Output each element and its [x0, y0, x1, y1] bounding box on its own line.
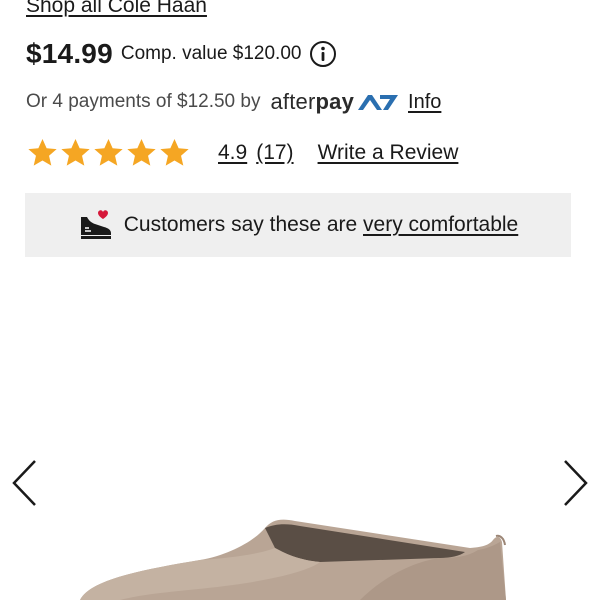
- comp-value: Comp. value $120.00: [120, 43, 302, 64]
- afterpay-row: Or 4 payments of $12.50 by afterpay Info: [26, 89, 441, 115]
- current-price: $14.99: [26, 38, 113, 69]
- star-rating[interactable]: [26, 137, 191, 169]
- chevron-left-icon[interactable]: [10, 458, 40, 508]
- afterpay-logo-bold: pay: [315, 89, 355, 114]
- sneaker-heart-icon: [80, 210, 111, 239]
- star-icon: [127, 139, 156, 166]
- comfort-banner-prefix: Customers say these are: [123, 213, 364, 236]
- shop-all-brand-link[interactable]: Shop all Cole Haan: [26, 0, 207, 18]
- afterpay-info-link[interactable]: Info: [408, 91, 441, 114]
- product-image: [80, 519, 506, 600]
- rating-score-link[interactable]: 4.9: [218, 141, 247, 165]
- write-review-link[interactable]: Write a Review: [318, 141, 459, 165]
- star-icon: [28, 139, 57, 166]
- afterpay-installments-text: Or 4 payments of $12.50 by: [26, 91, 261, 112]
- comfort-banner-text: Customers say these are very comfortable: [124, 213, 519, 237]
- rating-row: 4.9 (17) Write a Review: [26, 137, 458, 169]
- price-row: $14.99 Comp. value $120.00: [26, 38, 337, 70]
- comfort-banner: Customers say these are very comfortable: [25, 193, 571, 257]
- comfort-banner-link[interactable]: very comfortable: [363, 213, 518, 236]
- star-icon: [61, 139, 90, 166]
- afterpay-logo: afterpay: [270, 89, 400, 115]
- info-circle-icon[interactable]: [309, 40, 337, 68]
- afterpay-logo-light: after: [270, 89, 316, 114]
- star-icon: [160, 139, 189, 166]
- afterpay-mark-icon: [358, 95, 399, 110]
- star-icon: [94, 139, 123, 166]
- review-count-link[interactable]: (17): [256, 141, 293, 165]
